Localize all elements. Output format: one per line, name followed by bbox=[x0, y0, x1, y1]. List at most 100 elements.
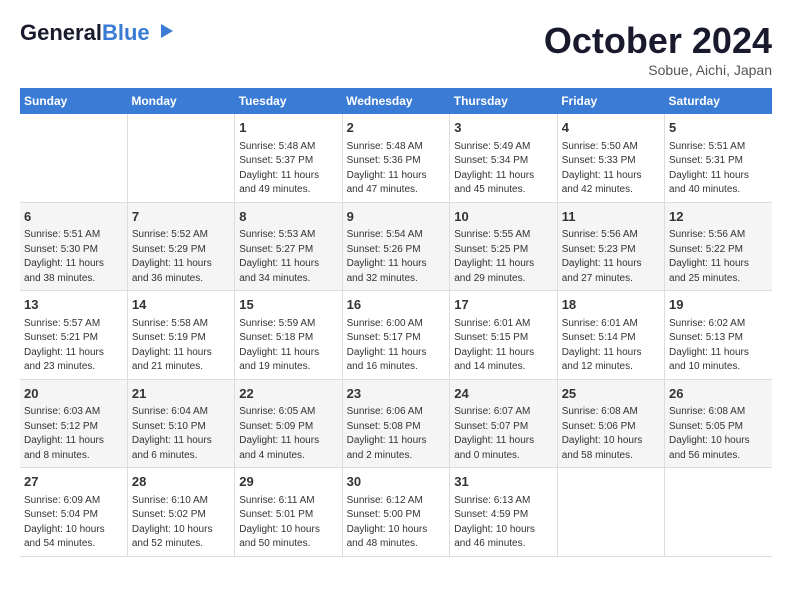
calendar-cell: 12Sunrise: 5:56 AMSunset: 5:22 PMDayligh… bbox=[665, 202, 772, 291]
week-row-5: 27Sunrise: 6:09 AMSunset: 5:04 PMDayligh… bbox=[20, 468, 772, 557]
day-info: Sunrise: 5:57 AMSunset: 5:21 PMDaylight:… bbox=[24, 317, 123, 375]
page-header: GeneralBlue October 2024 Sobue, Aichi, J… bbox=[20, 20, 772, 78]
day-number: 6 bbox=[24, 207, 123, 227]
calendar-cell: 4Sunrise: 5:50 AMSunset: 5:33 PMDaylight… bbox=[557, 114, 664, 202]
calendar-cell: 13Sunrise: 5:57 AMSunset: 5:21 PMDayligh… bbox=[20, 291, 127, 380]
day-info: Sunrise: 6:05 AMSunset: 5:09 PMDaylight:… bbox=[239, 405, 337, 463]
day-number: 10 bbox=[454, 207, 552, 227]
day-number: 23 bbox=[347, 384, 446, 404]
day-info: Sunrise: 5:48 AMSunset: 5:36 PMDaylight:… bbox=[347, 140, 446, 198]
logo-name: GeneralBlue bbox=[20, 20, 150, 46]
location: Sobue, Aichi, Japan bbox=[544, 62, 772, 78]
calendar-cell: 11Sunrise: 5:56 AMSunset: 5:23 PMDayligh… bbox=[557, 202, 664, 291]
calendar-cell: 23Sunrise: 6:06 AMSunset: 5:08 PMDayligh… bbox=[342, 379, 450, 468]
logo: GeneralBlue bbox=[20, 20, 175, 46]
day-number: 5 bbox=[669, 118, 768, 138]
day-info: Sunrise: 6:12 AMSunset: 5:00 PMDaylight:… bbox=[347, 494, 446, 552]
day-number: 3 bbox=[454, 118, 552, 138]
calendar-table: SundayMondayTuesdayWednesdayThursdayFrid… bbox=[20, 88, 772, 557]
day-number: 19 bbox=[669, 295, 768, 315]
calendar-cell: 31Sunrise: 6:13 AMSunset: 4:59 PMDayligh… bbox=[450, 468, 557, 557]
day-info: Sunrise: 5:56 AMSunset: 5:23 PMDaylight:… bbox=[562, 228, 660, 286]
day-header-thursday: Thursday bbox=[450, 88, 557, 114]
day-header-saturday: Saturday bbox=[665, 88, 772, 114]
day-number: 11 bbox=[562, 207, 660, 227]
day-info: Sunrise: 6:07 AMSunset: 5:07 PMDaylight:… bbox=[454, 405, 552, 463]
day-number: 8 bbox=[239, 207, 337, 227]
title-block: October 2024 Sobue, Aichi, Japan bbox=[544, 20, 772, 78]
day-number: 15 bbox=[239, 295, 337, 315]
calendar-cell: 18Sunrise: 6:01 AMSunset: 5:14 PMDayligh… bbox=[557, 291, 664, 380]
calendar-cell: 3Sunrise: 5:49 AMSunset: 5:34 PMDaylight… bbox=[450, 114, 557, 202]
day-header-tuesday: Tuesday bbox=[235, 88, 342, 114]
calendar-cell: 15Sunrise: 5:59 AMSunset: 5:18 PMDayligh… bbox=[235, 291, 342, 380]
calendar-cell: 29Sunrise: 6:11 AMSunset: 5:01 PMDayligh… bbox=[235, 468, 342, 557]
day-number: 2 bbox=[347, 118, 446, 138]
week-row-2: 6Sunrise: 5:51 AMSunset: 5:30 PMDaylight… bbox=[20, 202, 772, 291]
calendar-cell bbox=[557, 468, 664, 557]
calendar-cell: 17Sunrise: 6:01 AMSunset: 5:15 PMDayligh… bbox=[450, 291, 557, 380]
day-header-wednesday: Wednesday bbox=[342, 88, 450, 114]
day-number: 14 bbox=[132, 295, 230, 315]
calendar-cell: 10Sunrise: 5:55 AMSunset: 5:25 PMDayligh… bbox=[450, 202, 557, 291]
calendar-cell: 6Sunrise: 5:51 AMSunset: 5:30 PMDaylight… bbox=[20, 202, 127, 291]
calendar-cell bbox=[20, 114, 127, 202]
calendar-cell: 7Sunrise: 5:52 AMSunset: 5:29 PMDaylight… bbox=[127, 202, 234, 291]
day-number: 30 bbox=[347, 472, 446, 492]
day-info: Sunrise: 6:08 AMSunset: 5:06 PMDaylight:… bbox=[562, 405, 660, 463]
day-info: Sunrise: 6:10 AMSunset: 5:02 PMDaylight:… bbox=[132, 494, 230, 552]
day-info: Sunrise: 6:08 AMSunset: 5:05 PMDaylight:… bbox=[669, 405, 768, 463]
calendar-cell: 9Sunrise: 5:54 AMSunset: 5:26 PMDaylight… bbox=[342, 202, 450, 291]
calendar-cell: 24Sunrise: 6:07 AMSunset: 5:07 PMDayligh… bbox=[450, 379, 557, 468]
calendar-cell: 28Sunrise: 6:10 AMSunset: 5:02 PMDayligh… bbox=[127, 468, 234, 557]
day-info: Sunrise: 6:13 AMSunset: 4:59 PMDaylight:… bbox=[454, 494, 552, 552]
calendar-cell: 19Sunrise: 6:02 AMSunset: 5:13 PMDayligh… bbox=[665, 291, 772, 380]
day-info: Sunrise: 6:02 AMSunset: 5:13 PMDaylight:… bbox=[669, 317, 768, 375]
day-info: Sunrise: 5:50 AMSunset: 5:33 PMDaylight:… bbox=[562, 140, 660, 198]
day-number: 20 bbox=[24, 384, 123, 404]
day-number: 24 bbox=[454, 384, 552, 404]
day-number: 22 bbox=[239, 384, 337, 404]
days-header-row: SundayMondayTuesdayWednesdayThursdayFrid… bbox=[20, 88, 772, 114]
day-info: Sunrise: 6:06 AMSunset: 5:08 PMDaylight:… bbox=[347, 405, 446, 463]
day-number: 18 bbox=[562, 295, 660, 315]
day-info: Sunrise: 5:59 AMSunset: 5:18 PMDaylight:… bbox=[239, 317, 337, 375]
day-number: 1 bbox=[239, 118, 337, 138]
day-number: 4 bbox=[562, 118, 660, 138]
day-info: Sunrise: 5:51 AMSunset: 5:31 PMDaylight:… bbox=[669, 140, 768, 198]
calendar-cell: 30Sunrise: 6:12 AMSunset: 5:00 PMDayligh… bbox=[342, 468, 450, 557]
day-number: 16 bbox=[347, 295, 446, 315]
day-info: Sunrise: 5:51 AMSunset: 5:30 PMDaylight:… bbox=[24, 228, 123, 286]
week-row-1: 1Sunrise: 5:48 AMSunset: 5:37 PMDaylight… bbox=[20, 114, 772, 202]
calendar-cell: 26Sunrise: 6:08 AMSunset: 5:05 PMDayligh… bbox=[665, 379, 772, 468]
day-info: Sunrise: 6:00 AMSunset: 5:17 PMDaylight:… bbox=[347, 317, 446, 375]
day-number: 31 bbox=[454, 472, 552, 492]
calendar-cell: 2Sunrise: 5:48 AMSunset: 5:36 PMDaylight… bbox=[342, 114, 450, 202]
day-info: Sunrise: 5:54 AMSunset: 5:26 PMDaylight:… bbox=[347, 228, 446, 286]
logo-icon bbox=[153, 20, 175, 42]
day-info: Sunrise: 6:09 AMSunset: 5:04 PMDaylight:… bbox=[24, 494, 123, 552]
day-info: Sunrise: 5:53 AMSunset: 5:27 PMDaylight:… bbox=[239, 228, 337, 286]
day-header-friday: Friday bbox=[557, 88, 664, 114]
calendar-cell: 14Sunrise: 5:58 AMSunset: 5:19 PMDayligh… bbox=[127, 291, 234, 380]
day-info: Sunrise: 6:01 AMSunset: 5:14 PMDaylight:… bbox=[562, 317, 660, 375]
day-number: 25 bbox=[562, 384, 660, 404]
day-number: 27 bbox=[24, 472, 123, 492]
day-info: Sunrise: 5:56 AMSunset: 5:22 PMDaylight:… bbox=[669, 228, 768, 286]
day-info: Sunrise: 6:11 AMSunset: 5:01 PMDaylight:… bbox=[239, 494, 337, 552]
day-number: 26 bbox=[669, 384, 768, 404]
calendar-cell bbox=[665, 468, 772, 557]
calendar-cell: 22Sunrise: 6:05 AMSunset: 5:09 PMDayligh… bbox=[235, 379, 342, 468]
calendar-cell: 8Sunrise: 5:53 AMSunset: 5:27 PMDaylight… bbox=[235, 202, 342, 291]
day-info: Sunrise: 6:01 AMSunset: 5:15 PMDaylight:… bbox=[454, 317, 552, 375]
day-number: 29 bbox=[239, 472, 337, 492]
calendar-cell bbox=[127, 114, 234, 202]
month-title: October 2024 bbox=[544, 20, 772, 62]
calendar-cell: 1Sunrise: 5:48 AMSunset: 5:37 PMDaylight… bbox=[235, 114, 342, 202]
calendar-cell: 16Sunrise: 6:00 AMSunset: 5:17 PMDayligh… bbox=[342, 291, 450, 380]
day-number: 17 bbox=[454, 295, 552, 315]
day-header-sunday: Sunday bbox=[20, 88, 127, 114]
day-info: Sunrise: 6:04 AMSunset: 5:10 PMDaylight:… bbox=[132, 405, 230, 463]
day-info: Sunrise: 5:52 AMSunset: 5:29 PMDaylight:… bbox=[132, 228, 230, 286]
day-info: Sunrise: 5:58 AMSunset: 5:19 PMDaylight:… bbox=[132, 317, 230, 375]
